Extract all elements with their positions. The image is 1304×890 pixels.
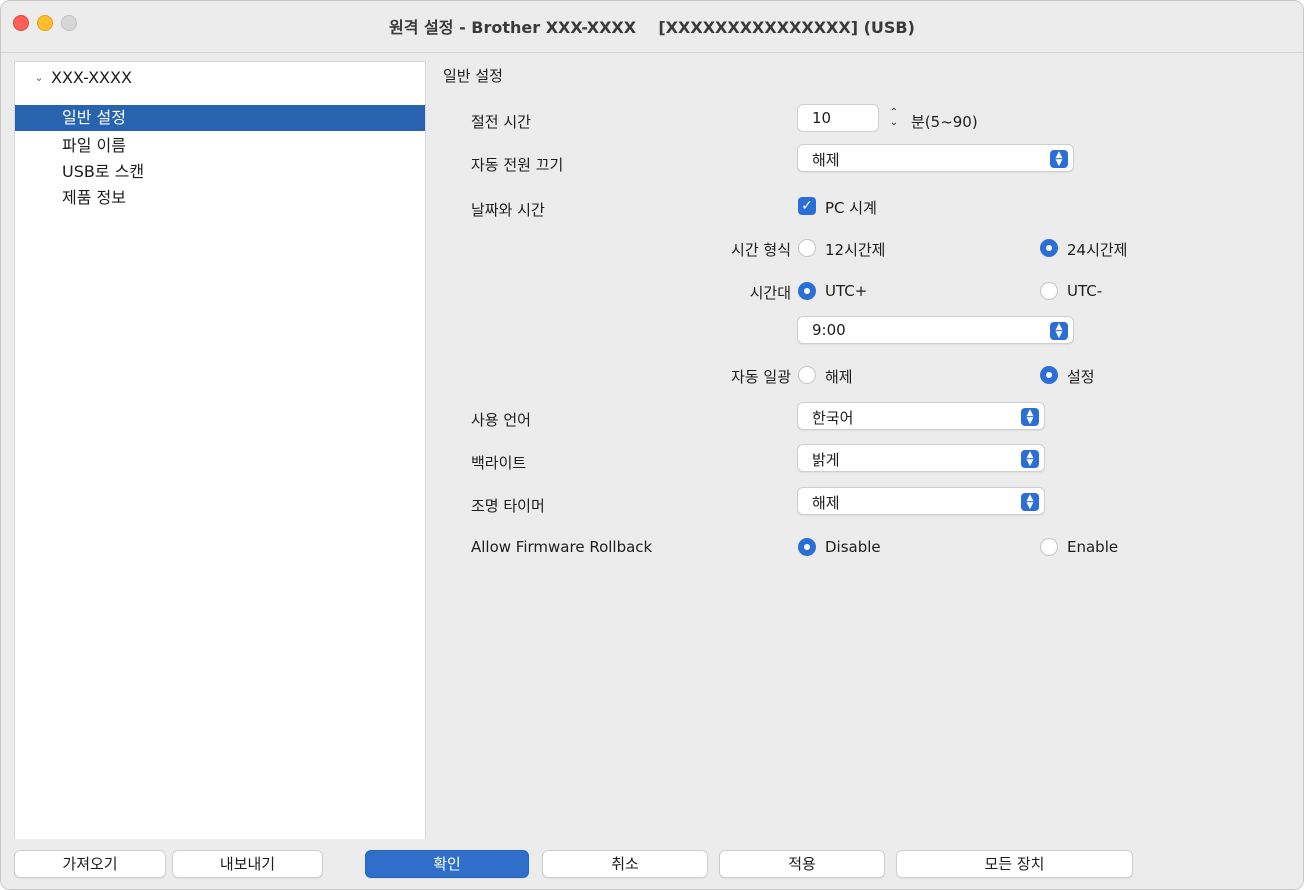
sleep-time-input[interactable]: 10 — [797, 104, 879, 132]
window-title: 원격 설정 - Brother XXX-XXXX [XXXXXXXXXXXXXX… — [389, 18, 915, 37]
apply-button[interactable]: 적용 — [719, 850, 885, 878]
dim-timer-label: 조명 타이머 — [471, 497, 545, 515]
time-zone-offset-value: 9:00 — [812, 321, 846, 339]
sidebar-item-scan-to-usb[interactable]: USB로 스캔 — [15, 159, 425, 185]
dim-timer-select[interactable]: 해제 ▲ ▼ — [797, 487, 1045, 515]
language-value: 한국어 — [812, 409, 854, 427]
firmware-rollback-disable-radio[interactable] — [798, 538, 816, 556]
sleep-time-stepper[interactable]: ⌃ ⌄ — [887, 104, 901, 132]
backlight-label: 백라이트 — [471, 454, 527, 472]
popup-arrows-icon: ▲ ▼ — [1021, 408, 1039, 426]
popup-arrows-icon: ▲ ▼ — [1021, 450, 1039, 468]
tree-root-label: XXX-XXXX — [51, 68, 132, 87]
auto-dst-off-label: 해제 — [825, 368, 853, 386]
auto-dst-on-label: 설정 — [1067, 368, 1095, 386]
time-format-24h-radio[interactable] — [1040, 239, 1058, 257]
auto-power-off-label: 자동 전원 끄기 — [471, 156, 564, 174]
sleep-time-unit: 분(5~90) — [911, 113, 978, 131]
backlight-select[interactable]: 밝게 ▲ ▼ — [797, 444, 1045, 472]
remote-setup-window: 원격 설정 - Brother XXX-XXXX [XXXXXXXXXXXXXX… — [0, 0, 1304, 890]
stepper-down-icon[interactable]: ⌄ — [890, 118, 898, 128]
time-zone-offset-select[interactable]: 9:00 ▲ ▼ — [797, 316, 1074, 344]
firmware-rollback-disable-label: Disable — [825, 538, 881, 556]
pc-clock-label: PC 시계 — [825, 199, 877, 217]
time-format-12h-label: 12시간제 — [825, 241, 886, 259]
time-zone-label: 시간대 — [749, 284, 791, 302]
auto-power-off-value: 해제 — [812, 151, 840, 169]
time-zone-utc-plus-label: UTC+ — [825, 282, 868, 300]
time-format-24h-label: 24시간제 — [1067, 241, 1128, 259]
dim-timer-value: 해제 — [812, 494, 840, 512]
firmware-rollback-enable-label: Enable — [1067, 538, 1119, 556]
auto-dst-on-radio[interactable] — [1040, 366, 1058, 384]
firmware-rollback-enable-radio[interactable] — [1040, 538, 1058, 556]
language-select[interactable]: 한국어 ▲ ▼ — [797, 402, 1045, 430]
chevron-down-icon[interactable]: ⌄ — [33, 71, 45, 84]
time-zone-utc-plus-radio[interactable] — [798, 282, 816, 300]
sidebar-item-file-name[interactable]: 파일 이름 — [15, 133, 425, 159]
cancel-button[interactable]: 취소 — [542, 850, 708, 878]
pc-clock-checkbox[interactable]: ✓ — [798, 197, 816, 215]
section-title: 일반 설정 — [443, 67, 503, 85]
settings-panel: 일반 설정 절전 시간 10 ⌃ ⌄ 분(5~90) 자동 전원 끄기 해제 ▲… — [427, 53, 1303, 841]
auto-dst-off-radio[interactable] — [798, 366, 816, 384]
auto-dst-label: 자동 일광 — [731, 368, 791, 386]
language-label: 사용 언어 — [471, 411, 531, 429]
checkmark-icon: ✓ — [801, 198, 813, 214]
button-bar: 가져오기 내보내기 확인 취소 적용 모든 장치 — [1, 839, 1303, 889]
sleep-time-label: 절전 시간 — [471, 113, 531, 131]
backlight-value: 밝게 — [812, 451, 840, 469]
sidebar-item-general-settings[interactable]: 일반 설정 — [15, 105, 425, 131]
import-button[interactable]: 가져오기 — [14, 850, 166, 878]
time-zone-utc-minus-label: UTC- — [1067, 282, 1103, 300]
title-bar: 원격 설정 - Brother XXX-XXXX [XXXXXXXXXXXXXX… — [1, 1, 1303, 53]
popup-arrows-icon: ▲ ▼ — [1050, 150, 1068, 168]
time-format-label: 시간 형식 — [731, 241, 791, 259]
ok-button[interactable]: 확인 — [365, 850, 529, 878]
date-time-label: 날짜와 시간 — [471, 201, 545, 219]
export-button[interactable]: 내보내기 — [172, 850, 323, 878]
firmware-rollback-label: Allow Firmware Rollback — [471, 538, 653, 556]
time-zone-utc-minus-radio[interactable] — [1040, 282, 1058, 300]
all-devices-button[interactable]: 모든 장치 — [896, 850, 1133, 878]
sidebar: ⌄ XXX-XXXX 일반 설정 파일 이름 USB로 스캔 제품 정보 — [14, 61, 426, 841]
popup-arrows-icon: ▲ ▼ — [1050, 322, 1068, 340]
tree-root-device[interactable]: ⌄ XXX-XXXX — [33, 68, 132, 87]
time-format-12h-radio[interactable] — [798, 239, 816, 257]
auto-power-off-select[interactable]: 해제 ▲ ▼ — [797, 144, 1074, 172]
sidebar-item-product-info[interactable]: 제품 정보 — [15, 185, 425, 211]
popup-arrows-icon: ▲ ▼ — [1021, 493, 1039, 511]
